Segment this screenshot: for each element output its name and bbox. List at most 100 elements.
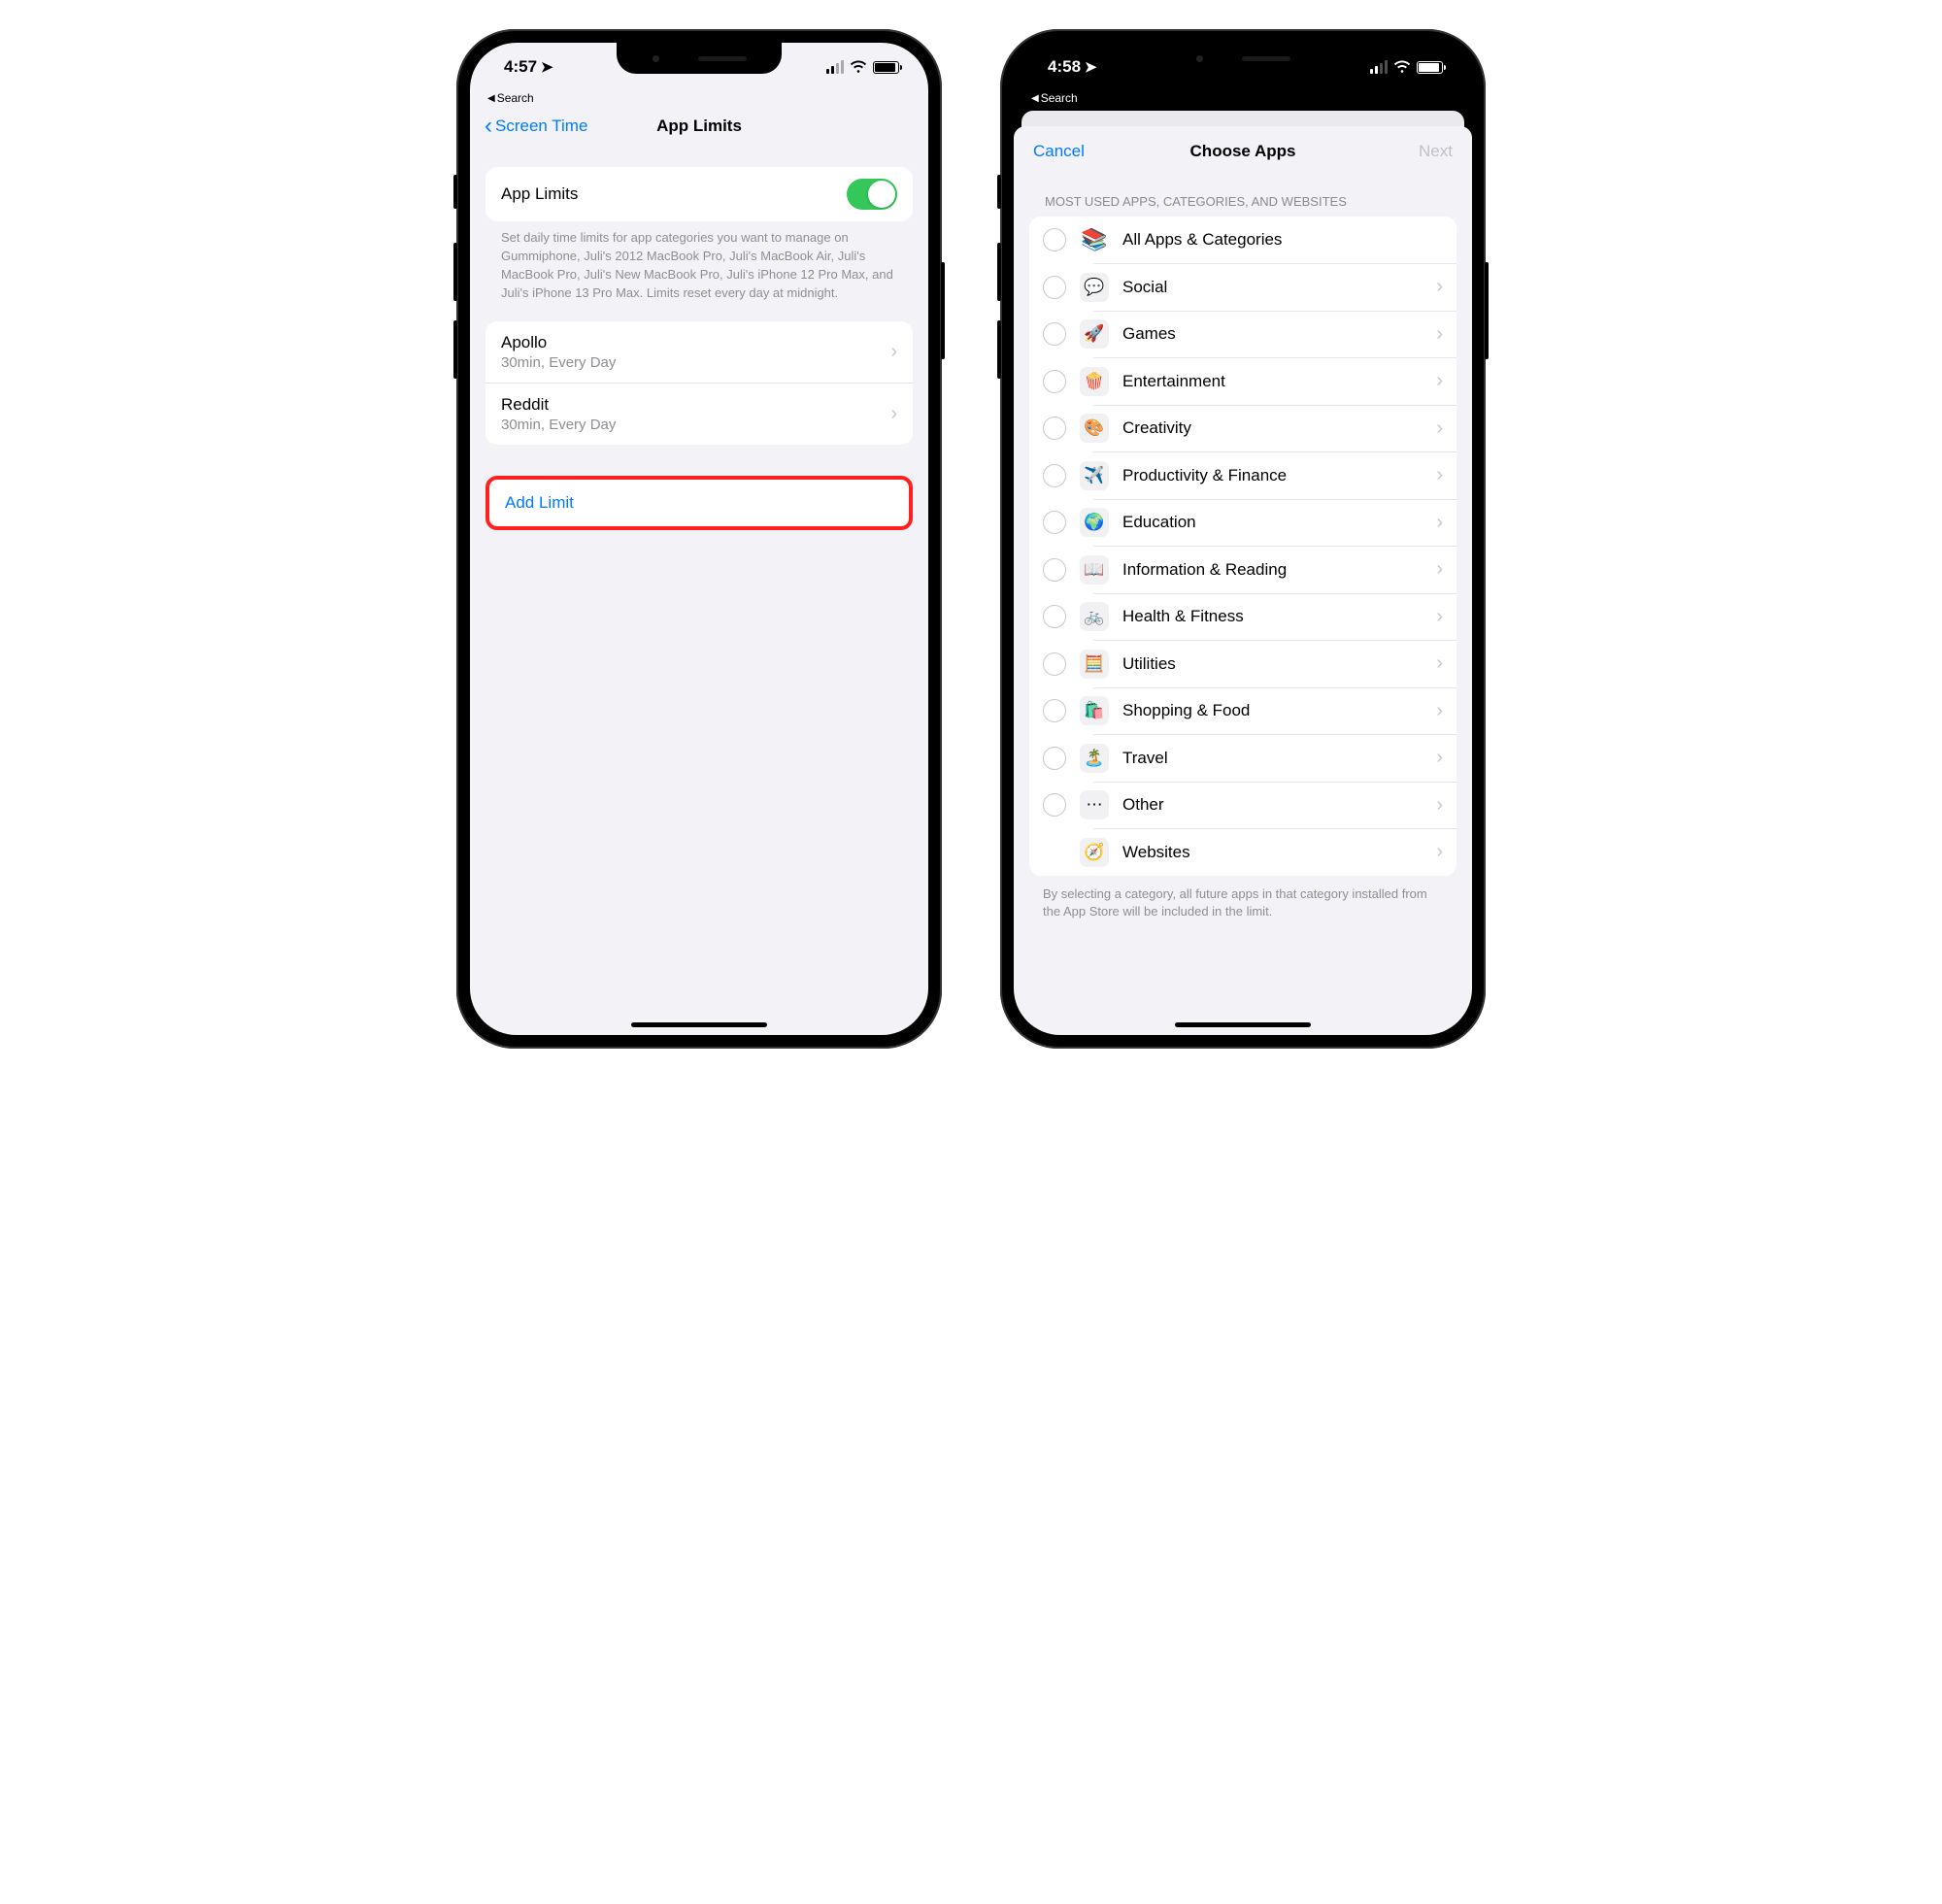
- chevron-right-icon: ›: [890, 403, 897, 425]
- travel-icon: 🏝️: [1080, 744, 1109, 773]
- nav-bar: ‹ Screen Time App Limits: [470, 107, 928, 148]
- chevron-right-icon: ›: [1436, 370, 1443, 392]
- chevron-right-icon: ›: [1436, 464, 1443, 486]
- limit-row-apollo[interactable]: Apollo30min, Every Day›: [486, 321, 913, 384]
- category-row-travel[interactable]: 🏝️ Travel ›: [1029, 735, 1456, 782]
- phone-right: 4:58 ➤ ◀ Search Cancel Choose Apps Next …: [1000, 29, 1486, 1049]
- chevron-right-icon: ›: [1436, 418, 1443, 440]
- status-time: 4:57: [504, 57, 537, 77]
- side-button: [941, 262, 945, 359]
- notch: [1160, 43, 1325, 74]
- category-row-all[interactable]: 📚 All Apps & Categories: [1029, 217, 1456, 263]
- radio-unselected[interactable]: [1043, 699, 1066, 722]
- side-button: [997, 320, 1001, 379]
- chevron-right-icon: ›: [1436, 323, 1443, 346]
- wifi-icon: [850, 60, 867, 74]
- category-row-education[interactable]: 🌍Education›: [1029, 499, 1456, 546]
- footer-text: By selecting a category, all future apps…: [1014, 876, 1472, 930]
- radio-unselected[interactable]: [1043, 558, 1066, 582]
- radio-unselected[interactable]: [1043, 322, 1066, 346]
- limit-name: Reddit: [501, 395, 890, 415]
- radio-unselected[interactable]: [1043, 652, 1066, 676]
- other-icon: ⋯: [1080, 790, 1109, 819]
- app-limits-toggle[interactable]: [847, 179, 897, 210]
- radio-unselected[interactable]: [1043, 228, 1066, 251]
- side-button: [453, 320, 457, 379]
- category-row-entertainment[interactable]: 🍿 Entertainment ›: [1029, 358, 1456, 405]
- phone-left: 4:57 ➤ ◀ Search ‹ Screen Time App Limits: [456, 29, 942, 1049]
- category-row-other[interactable]: ⋯Other›: [1029, 782, 1456, 828]
- chevron-right-icon: ›: [1436, 841, 1443, 863]
- chevron-right-icon: ›: [1436, 512, 1443, 534]
- location-arrow-icon: ➤: [541, 58, 553, 76]
- section-header: MOST USED APPS, CATEGORIES, AND WEBSITES: [1014, 171, 1472, 217]
- productivity-icon: ✈️: [1080, 461, 1109, 490]
- all-icon: 📚: [1080, 225, 1109, 254]
- notch: [617, 43, 782, 74]
- cancel-button[interactable]: Cancel: [1033, 142, 1085, 161]
- chevron-right-icon: ›: [1436, 794, 1443, 817]
- home-indicator[interactable]: [1175, 1022, 1311, 1027]
- category-row-websites[interactable]: 🧭 Websites ›: [1029, 829, 1456, 876]
- radio-unselected[interactable]: [1043, 511, 1066, 534]
- toggle-label: App Limits: [501, 184, 847, 204]
- back-button[interactable]: ‹ Screen Time: [485, 117, 587, 136]
- category-label: Information & Reading: [1122, 560, 1423, 580]
- next-button[interactable]: Next: [1419, 142, 1453, 161]
- breadcrumb[interactable]: ◀ Search: [470, 91, 928, 107]
- category-label: Utilities: [1122, 654, 1423, 674]
- category-label: Productivity & Finance: [1122, 466, 1423, 485]
- battery-icon: [873, 61, 899, 74]
- category-label: Creativity: [1122, 418, 1423, 438]
- category-label: Health & Fitness: [1122, 607, 1423, 626]
- add-limit-button[interactable]: Add Limit: [486, 476, 913, 530]
- category-row-shopping[interactable]: 🛍️Shopping & Food›: [1029, 687, 1456, 734]
- chevron-right-icon: ›: [1436, 747, 1443, 769]
- modal-sheet: Cancel Choose Apps Next MOST USED APPS, …: [1014, 126, 1472, 1035]
- side-button: [453, 243, 457, 301]
- limit-row-reddit[interactable]: Reddit30min, Every Day›: [486, 384, 913, 445]
- category-label: Social: [1122, 278, 1423, 297]
- category-row-health[interactable]: 🚲Health & Fitness›: [1029, 593, 1456, 640]
- home-indicator[interactable]: [631, 1022, 767, 1027]
- category-label: Websites: [1122, 843, 1423, 862]
- category-label: Games: [1122, 324, 1423, 344]
- entertainment-icon: 🍿: [1080, 367, 1109, 396]
- limit-detail: 30min, Every Day: [501, 354, 890, 371]
- side-button: [1485, 262, 1489, 359]
- category-label: Shopping & Food: [1122, 701, 1423, 720]
- chevron-right-icon: ›: [1436, 606, 1443, 628]
- creativity-icon: 🎨: [1080, 414, 1109, 443]
- side-button: [997, 243, 1001, 301]
- category-label: Entertainment: [1122, 372, 1423, 391]
- category-row-info[interactable]: 📖 Information & Reading ›: [1029, 547, 1456, 593]
- info-icon: 📖: [1080, 555, 1109, 585]
- chevron-right-icon: ›: [1436, 700, 1443, 722]
- category-row-utilities[interactable]: 🧮 Utilities ›: [1029, 641, 1456, 687]
- category-label: Travel: [1122, 749, 1423, 768]
- websites-icon: 🧭: [1080, 838, 1109, 867]
- category-row-productivity[interactable]: ✈️ Productivity & Finance ›: [1029, 452, 1456, 499]
- category-row-social[interactable]: 💬 Social ›: [1029, 264, 1456, 311]
- radio-unselected[interactable]: [1043, 793, 1066, 817]
- category-row-games[interactable]: 🚀Games›: [1029, 311, 1456, 357]
- social-icon: 💬: [1080, 273, 1109, 302]
- radio-unselected[interactable]: [1043, 276, 1066, 299]
- radio-unselected[interactable]: [1043, 747, 1066, 770]
- app-limits-toggle-row: App Limits: [486, 167, 913, 221]
- side-button: [997, 175, 1001, 209]
- chevron-right-icon: ›: [1436, 558, 1443, 581]
- radio-unselected[interactable]: [1043, 605, 1066, 628]
- chevron-right-icon: ›: [1436, 276, 1443, 298]
- category-label: All Apps & Categories: [1122, 230, 1443, 250]
- category-row-creativity[interactable]: 🎨 Creativity ›: [1029, 405, 1456, 451]
- radio-unselected[interactable]: [1043, 417, 1066, 440]
- description-text: Set daily time limits for app categories…: [486, 221, 913, 321]
- category-label: Education: [1122, 513, 1423, 532]
- limit-name: Apollo: [501, 333, 890, 352]
- radio-unselected[interactable]: [1043, 370, 1066, 393]
- side-button: [453, 175, 457, 209]
- radio-unselected[interactable]: [1043, 464, 1066, 487]
- chevron-right-icon: ›: [1436, 652, 1443, 675]
- utilities-icon: 🧮: [1080, 650, 1109, 679]
